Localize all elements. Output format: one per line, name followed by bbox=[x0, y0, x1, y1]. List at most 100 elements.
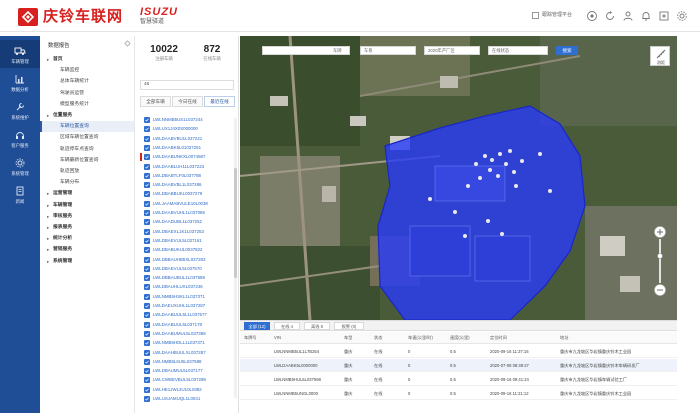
col-speed[interactable]: 车速(公里/时) bbox=[408, 332, 438, 344]
col-address[interactable]: 地址 bbox=[560, 332, 670, 344]
factory-filter[interactable]: 2020年产厂区 bbox=[424, 46, 480, 55]
series-filter[interactable]: 车系 bbox=[360, 46, 416, 55]
vehicle-search-input[interactable]: 46 bbox=[140, 80, 234, 90]
menu-group[interactable]: 位置服务 bbox=[53, 110, 72, 121]
vehicle-checkbox[interactable] bbox=[144, 265, 150, 272]
vehicle-checkbox[interactable] bbox=[144, 154, 150, 161]
menu-item[interactable]: 驾驶员运营 bbox=[60, 88, 84, 99]
table-row[interactable]: LWLDAABK5L0000000 重庆 在线 0 0.5 2020-07-08 08:3… bbox=[240, 359, 677, 372]
vehicle-list-item[interactable]: LWLNMB5HSKL1L037371 bbox=[140, 293, 236, 301]
menu-item-active[interactable]: 车辆位置查询 bbox=[40, 121, 134, 133]
vehicle-list-item[interactable]: LWLDAAHBUULXL037287 bbox=[140, 349, 236, 357]
vehicle-list-item[interactable]: LWLDBABTLF0L037788 bbox=[140, 172, 236, 180]
vehicle-checkbox[interactable] bbox=[144, 144, 150, 151]
menu-item[interactable]: 模型服务统计 bbox=[60, 99, 89, 110]
vehicle-checkbox[interactable] bbox=[144, 172, 150, 179]
map-view[interactable]: 车牌 车系 2020年产厂区 在线状态 搜索 测距 bbox=[240, 36, 677, 320]
nav-item-analysis[interactable]: 数据分析 bbox=[0, 68, 40, 96]
nav-item-maintenance[interactable]: 系统维护 bbox=[0, 96, 40, 124]
vehicle-checkbox[interactable] bbox=[144, 358, 150, 365]
menu-group[interactable]: 营销服务 bbox=[53, 244, 72, 255]
col-vin[interactable]: VIN bbox=[274, 332, 334, 344]
vehicle-list-item[interactable]: LWLJAAMABVULE10L0038 bbox=[140, 200, 236, 208]
vehicle-list-item[interactable]: LWLDAABUUL5L1L037577 bbox=[140, 311, 236, 319]
nav-item-service[interactable]: 客户服务 bbox=[0, 124, 40, 152]
vehicle-list-item[interactable]: LWLDBAEVUL5L037161 bbox=[140, 237, 236, 245]
vehicle-list-item[interactable]: LWLUX1J4X0S000000 bbox=[140, 125, 236, 133]
vehicle-checkbox[interactable] bbox=[144, 293, 150, 300]
expand-icon[interactable] bbox=[658, 10, 670, 22]
help-icon[interactable] bbox=[586, 10, 598, 22]
zoom-slider[interactable] bbox=[654, 226, 666, 296]
vehicle-checkbox[interactable] bbox=[144, 284, 150, 291]
vehicle-checkbox[interactable] bbox=[144, 368, 150, 375]
vehicle-checkbox[interactable] bbox=[144, 126, 150, 133]
user-icon[interactable] bbox=[622, 10, 634, 22]
vehicle-checkbox[interactable] bbox=[144, 219, 150, 226]
table-row[interactable]: LWLNNMB5UL1L7B254 重庆 在线 0 0.5 2020-09-16 11:3… bbox=[240, 345, 677, 358]
menu-group[interactable]: 运营管理 bbox=[53, 188, 72, 199]
col-plate[interactable]: 车牌号 bbox=[244, 332, 270, 344]
vehicle-list-item[interactable]: LWLNMB5L6U5L037588 bbox=[140, 358, 236, 366]
menu-item[interactable]: 车辆分布 bbox=[60, 177, 79, 188]
vehicle-list-item[interactable]: LWLDBAUMUL5L037177 bbox=[140, 367, 236, 375]
vehicle-checkbox[interactable] bbox=[144, 191, 150, 198]
tab-online-today[interactable]: 今日在线 bbox=[172, 96, 203, 107]
vehicle-list-item[interactable]: LWLDAADUBL1L037252 bbox=[140, 218, 236, 226]
vehicle-list-item[interactable]: LWLDBAEXL1K1L037253 bbox=[140, 228, 236, 236]
vehicle-checkbox[interactable] bbox=[144, 117, 150, 123]
vehicle-list-item[interactable]: LWLDBAEVUL5L037570 bbox=[140, 265, 236, 273]
gear-icon[interactable] bbox=[676, 10, 688, 22]
col-mileage[interactable]: 速度(公里) bbox=[450, 332, 480, 344]
vehicle-list-item[interactable]: LWLDBABUKUL0037822 bbox=[140, 246, 236, 254]
vehicle-checkbox[interactable] bbox=[144, 303, 150, 309]
vehicle-list-item[interactable]: LWLHE1JWL3U10L0382 bbox=[140, 386, 236, 394]
table-tab-online[interactable]: 在线 4 bbox=[274, 322, 300, 330]
vehicle-checkbox[interactable] bbox=[144, 396, 150, 402]
menu-group[interactable]: 系统管理 bbox=[53, 256, 72, 267]
vehicle-list-item[interactable]: LWLDAABLUH11L037223 bbox=[140, 163, 236, 171]
vehicle-list-item[interactable]: LWLDAABVBU1L037221 bbox=[140, 135, 236, 143]
menu-item[interactable]: 总体车辆统计 bbox=[60, 76, 89, 87]
vehicle-checkbox[interactable] bbox=[144, 386, 150, 393]
vehicle-list-scrollbar[interactable] bbox=[234, 118, 237, 398]
vehicle-list-item[interactable]: LWLDAABVUHL1L037086 bbox=[140, 209, 236, 217]
vehicle-checkbox[interactable] bbox=[144, 377, 150, 384]
menu-item[interactable]: 区域车辆位置查询 bbox=[60, 132, 98, 143]
vehicle-checkbox[interactable] bbox=[144, 247, 150, 254]
nav-item-news[interactable]: 新闻 bbox=[0, 180, 40, 208]
menu-group[interactable]: 审核服务 bbox=[53, 211, 72, 222]
table-tab-alarm[interactable]: 报警 (0) bbox=[334, 322, 364, 330]
vehicle-list-item[interactable]: LWLDAABK5L01037251 bbox=[140, 144, 236, 152]
vehicle-checkbox[interactable] bbox=[144, 321, 150, 328]
vehicle-checkbox[interactable] bbox=[144, 163, 150, 170]
vehicle-list-item[interactable]: LWLCWBEVBUL5L037289 bbox=[140, 376, 236, 384]
menu-item[interactable]: 车辆监控 bbox=[60, 65, 79, 76]
vehicle-checkbox[interactable] bbox=[144, 135, 150, 142]
vehicle-checkbox[interactable] bbox=[144, 210, 150, 216]
vehicle-list-item[interactable]: LWLDAABUUL5L037178 bbox=[140, 321, 236, 329]
nav-item-system[interactable]: 系统管理 bbox=[0, 152, 40, 180]
vehicle-checkbox[interactable] bbox=[144, 228, 150, 235]
vehicle-list-item[interactable]: LWLDBABBUKL0037279 bbox=[140, 190, 236, 198]
tab-recent-online[interactable]: 最近在线 bbox=[204, 96, 235, 107]
vehicle-list-item[interactable]: LWLUSJAMUQL1L0041 bbox=[140, 395, 236, 403]
vehicle-list-item[interactable]: LWLDBAUHLUXL037246 bbox=[140, 283, 236, 291]
menu-group[interactable]: 统计分析 bbox=[53, 233, 72, 244]
vehicle-checkbox[interactable] bbox=[144, 349, 150, 356]
col-time[interactable]: 定位时间 bbox=[490, 332, 540, 344]
table-tab-all[interactable]: 全部 (12) bbox=[244, 322, 270, 330]
vehicle-checkbox[interactable] bbox=[144, 340, 150, 347]
vehicle-list-item[interactable]: LWLNMB5HDLL1L037371 bbox=[140, 339, 236, 347]
vehicle-list-item[interactable]: LWLDAABVBL1L037286 bbox=[140, 181, 236, 189]
refresh-icon[interactable] bbox=[604, 10, 616, 22]
table-row[interactable]: LWLNNMB5UNGL0000 重庆 在线 0 0.5 2020-09-16 11:21… bbox=[240, 387, 677, 400]
nav-item-vehicles[interactable]: 车辆管理 bbox=[0, 40, 40, 68]
menu-group[interactable]: 车辆管理 bbox=[53, 200, 72, 211]
menu-group[interactable]: 首页 bbox=[53, 54, 63, 65]
vehicle-checkbox[interactable] bbox=[144, 182, 150, 189]
vehicle-list-item[interactable]: LWLDBBAUBUL1L037589 bbox=[140, 274, 236, 282]
vehicle-checkbox[interactable] bbox=[144, 237, 150, 244]
vehicle-checkbox[interactable] bbox=[144, 200, 150, 207]
vehicle-list-item[interactable]: LWLDAABUMUL5L037388 bbox=[140, 330, 236, 338]
